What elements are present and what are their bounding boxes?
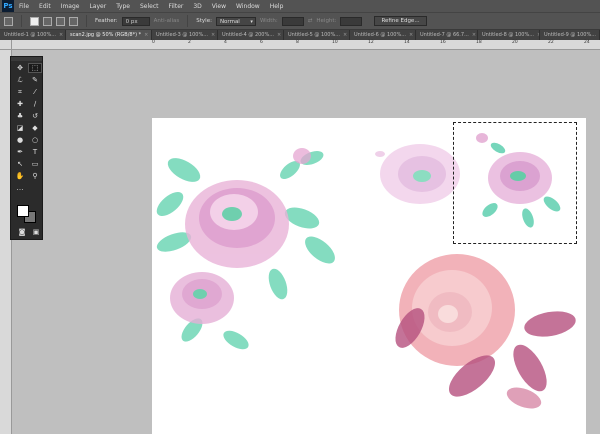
new-selection-icon[interactable] bbox=[30, 16, 39, 26]
menu-layer[interactable]: Layer bbox=[84, 3, 111, 10]
peony-large bbox=[185, 180, 289, 268]
menu-type[interactable]: Type bbox=[111, 3, 135, 10]
quick-select-icon[interactable]: ✎ bbox=[28, 75, 42, 85]
foreground-color-swatch[interactable] bbox=[17, 205, 29, 217]
menu-bar: Ps File Edit Image Layer Type Select Fil… bbox=[0, 0, 600, 12]
bucket-icon[interactable]: ◆ bbox=[28, 123, 42, 133]
eyedropper-icon[interactable]: ⁄ bbox=[28, 87, 42, 97]
options-bar: Feather: 0 px Anti-alias Style: Normal W… bbox=[0, 12, 600, 30]
height-label: Height: bbox=[316, 18, 337, 24]
intersect-selection-icon[interactable] bbox=[69, 16, 78, 26]
tools-panel: ✥ ⬚ ℒ ✎ ⌗ ⁄ ✚ ∕ ♣ ↺ ◪ ◆ ● ○ ✒ T ↖ ▭ ✋ ⚲ … bbox=[10, 56, 43, 240]
healing-icon[interactable]: ✚ bbox=[13, 99, 27, 109]
flower-top-middle bbox=[375, 144, 460, 204]
horizontal-ruler[interactable]: 0 2 4 6 8 10 12 14 16 18 20 22 24 bbox=[12, 40, 600, 50]
selection-marquee[interactable] bbox=[453, 122, 577, 244]
history-brush-icon[interactable]: ↺ bbox=[28, 111, 42, 121]
tab-untitled-1[interactable]: Untitled-1 @ 100%... × bbox=[0, 30, 66, 40]
app-logo: Ps bbox=[2, 0, 14, 12]
close-icon[interactable]: × bbox=[211, 30, 215, 40]
anti-alias-checkbox[interactable]: Anti-alias bbox=[154, 18, 180, 24]
menu-edit[interactable]: Edit bbox=[34, 3, 56, 10]
shape-icon[interactable]: ▭ bbox=[28, 159, 42, 169]
divider bbox=[86, 15, 87, 27]
feather-input[interactable]: 0 px bbox=[121, 16, 150, 26]
close-icon[interactable]: × bbox=[59, 30, 63, 40]
style-select[interactable]: Normal bbox=[215, 16, 256, 26]
hand-icon[interactable]: ✋ bbox=[13, 171, 27, 181]
ruler-corner bbox=[0, 40, 12, 50]
type-icon[interactable]: T bbox=[28, 147, 42, 157]
width-input[interactable] bbox=[281, 16, 304, 26]
lasso-icon[interactable]: ℒ bbox=[13, 75, 27, 85]
tool-preset-icon[interactable] bbox=[4, 16, 13, 26]
refine-edge-button[interactable]: Refine Edge... bbox=[374, 16, 427, 26]
tab-scan2[interactable]: scan2.jpg @ 50% (RGB/8*) * × bbox=[66, 30, 152, 40]
blur-icon[interactable]: ● bbox=[13, 135, 27, 145]
subtract-selection-icon[interactable] bbox=[56, 16, 65, 26]
menu-window[interactable]: Window bbox=[231, 3, 265, 10]
add-selection-icon[interactable] bbox=[43, 16, 52, 26]
close-icon[interactable]: × bbox=[472, 30, 476, 40]
bud bbox=[293, 148, 311, 164]
path-select-icon[interactable]: ↖ bbox=[13, 159, 27, 169]
document-tabs: Untitled-1 @ 100%... × scan2.jpg @ 50% (R… bbox=[0, 30, 600, 40]
close-icon[interactable]: × bbox=[343, 30, 347, 40]
close-icon[interactable]: × bbox=[409, 30, 413, 40]
eraser-icon[interactable]: ◪ bbox=[13, 123, 27, 133]
crop-icon[interactable]: ⌗ bbox=[13, 87, 27, 97]
menu-image[interactable]: Image bbox=[56, 3, 85, 10]
zoom-icon[interactable]: ⚲ bbox=[28, 171, 42, 181]
height-input[interactable] bbox=[340, 16, 363, 26]
divider bbox=[21, 15, 22, 27]
tab-untitled-9[interactable]: Untitled-9 @ 100%...× bbox=[540, 30, 600, 40]
pen-icon[interactable]: ✒ bbox=[13, 147, 27, 157]
width-label: Width: bbox=[259, 18, 278, 24]
tab-untitled-5[interactable]: Untitled-5 @ 100%... × bbox=[284, 30, 350, 40]
close-icon[interactable]: × bbox=[277, 30, 281, 40]
tab-untitled-6[interactable]: Untitled-6 @ 100%... × bbox=[350, 30, 416, 40]
stamp-icon[interactable]: ♣ bbox=[13, 111, 27, 121]
tab-untitled-3[interactable]: Untitled-3 @ 100%... × bbox=[152, 30, 218, 40]
divider bbox=[187, 15, 189, 27]
feather-label: Feather: bbox=[95, 18, 118, 24]
tab-untitled-8[interactable]: Untitled-8 @ 100%...× bbox=[478, 30, 540, 40]
style-label: Style: bbox=[196, 18, 212, 24]
menu-select[interactable]: Select bbox=[135, 3, 164, 10]
tab-untitled-7[interactable]: Untitled-7 @ 66.7... × bbox=[416, 30, 478, 40]
tab-untitled-4[interactable]: Untitled-4 @ 200%... × bbox=[218, 30, 284, 40]
dodge-icon[interactable]: ○ bbox=[28, 135, 42, 145]
swap-icon[interactable]: ⇄ bbox=[308, 18, 313, 24]
menu-3d[interactable]: 3D bbox=[188, 3, 206, 10]
menu-filter[interactable]: Filter bbox=[164, 3, 189, 10]
close-icon[interactable]: × bbox=[144, 30, 148, 40]
flower-small-left bbox=[170, 272, 234, 324]
menu-file[interactable]: File bbox=[14, 3, 34, 10]
quick-mask-icon[interactable]: ◙ bbox=[15, 227, 29, 237]
brush-icon[interactable]: ∕ bbox=[28, 99, 42, 109]
screen-mode-icon[interactable]: ▣ bbox=[29, 227, 43, 237]
rect-marquee-icon[interactable]: ⬚ bbox=[28, 63, 42, 73]
move-icon[interactable]: ✥ bbox=[13, 63, 27, 73]
more-tools-icon[interactable]: … bbox=[13, 183, 27, 193]
menu-help[interactable]: Help bbox=[265, 3, 289, 10]
menu-view[interactable]: View bbox=[207, 3, 231, 10]
